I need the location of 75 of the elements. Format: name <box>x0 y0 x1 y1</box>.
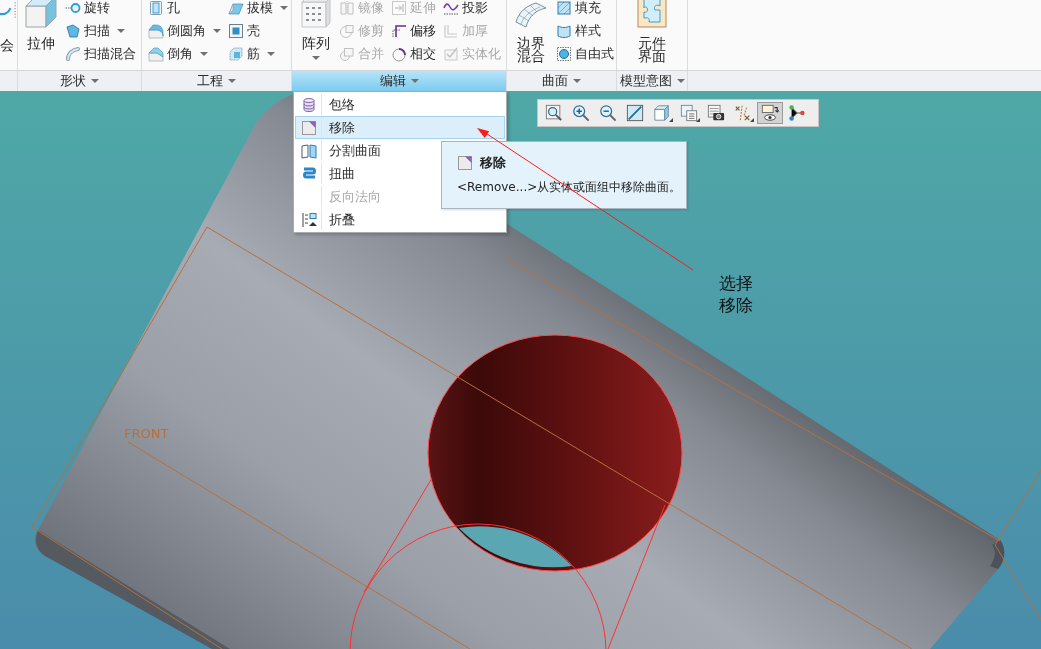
ribbon-button[interactable]: 扫描 <box>64 23 126 39</box>
magnifier-in-frame-icon <box>545 104 563 122</box>
ribbon-button[interactable]: 相交 <box>390 46 437 62</box>
group-menu-button[interactable]: 工程 <box>142 70 291 91</box>
ribbon-button[interactable]: 倒角 <box>147 46 209 62</box>
ribbon-button[interactable]: 自由式 <box>555 46 615 62</box>
ribbon-button[interactable]: 筋 <box>227 46 276 62</box>
zoom-out-icon <box>599 104 617 122</box>
rounded-block-icon <box>148 23 164 39</box>
curved-panel-icon <box>556 23 572 39</box>
caret-icon <box>410 79 419 83</box>
caret-icon <box>676 79 685 83</box>
stacked-discs-icon <box>300 96 317 113</box>
overlapping-shapes-icon <box>339 46 355 62</box>
cylinder-end-cap <box>990 540 1005 569</box>
ribbon-button[interactable]: 孔 <box>147 0 181 16</box>
tick-box-icon <box>443 46 459 62</box>
ribbon-button[interactable]: 扫描混合 <box>64 46 137 62</box>
ribbon-button[interactable]: 投影 <box>442 0 489 16</box>
arrow-into-box-icon <box>391 0 407 16</box>
menu-item[interactable]: 包络 <box>295 93 505 116</box>
puzzle-piece-icon <box>635 0 669 28</box>
toolbar-button[interactable] <box>757 102 783 124</box>
zoom-in-icon <box>572 104 590 122</box>
beveled-block-icon <box>148 46 164 62</box>
dashed-axes-icon <box>734 104 752 122</box>
curved-tube-icon <box>65 46 81 62</box>
slanted-block-icon <box>228 0 244 16</box>
ribbon-button[interactable]: 壳 <box>227 23 261 39</box>
tooltip-title: 移除 <box>480 155 506 171</box>
split-panel-icon <box>300 142 317 159</box>
pentagon-shape-icon <box>65 23 81 39</box>
camera-sheet-icon <box>707 104 725 122</box>
group-menu-button[interactable]: 模型意图 <box>617 70 687 91</box>
datum-label: FRONT <box>124 426 169 442</box>
caret-icon <box>573 79 581 83</box>
folded-corner-square-icon <box>457 155 473 171</box>
group-menu-button[interactable]: 编辑 <box>292 70 506 91</box>
rib-block-icon <box>228 46 244 62</box>
menu-item[interactable]: 折叠 <box>295 208 505 231</box>
annotation-text: 选择移除 <box>719 272 753 316</box>
sphere-in-box-icon <box>556 46 572 62</box>
ribbon-button[interactable]: 会 <box>0 0 17 53</box>
stacked-windows-icon <box>680 104 698 122</box>
group-menu-button[interactable]: 形状 <box>18 70 141 91</box>
large-ribbon-button[interactable]: 阵列 <box>298 0 334 60</box>
offset-outline-icon <box>443 23 459 39</box>
folded-corner-square-icon <box>300 119 317 136</box>
ribbon-button[interactable]: 填充 <box>555 0 602 16</box>
large-ribbon-button[interactable]: 边界混合 <box>513 0 549 63</box>
group-menu-button[interactable]: 曲面 <box>507 70 616 91</box>
arc-over-circle-icon <box>391 46 407 62</box>
cube-icon <box>653 104 671 122</box>
curved-surface-icon <box>514 0 548 28</box>
large-ribbon-button[interactable]: 元件界面 <box>622 0 682 63</box>
twisted-scroll-icon <box>300 165 317 182</box>
connected-nodes-icon <box>788 104 806 122</box>
wave-line-icon <box>443 0 459 16</box>
ribbon-button[interactable]: 偏移 <box>390 23 437 39</box>
ribbon-button[interactable]: 拔模 <box>227 0 289 16</box>
ribbon-button[interactable]: 旋转 <box>64 0 111 16</box>
dashed-corner-icon <box>391 23 407 39</box>
diagonal-square-icon <box>626 104 644 122</box>
caret-icon <box>91 79 99 83</box>
menu-item[interactable]: 移除 <box>295 116 505 139</box>
mirrored-halves-icon <box>339 0 355 16</box>
ribbon-button[interactable]: 倒圆角 <box>147 23 222 39</box>
caret-icon <box>228 79 236 83</box>
screen-with-eye-icon <box>761 104 779 122</box>
hatched-square-icon <box>556 0 572 16</box>
ring-on-axis-icon <box>65 0 81 16</box>
large-ribbon-button[interactable]: 拉伸 <box>22 0 60 50</box>
hollow-box-icon <box>228 23 244 39</box>
ribbon-button[interactable]: 样式 <box>555 23 602 39</box>
fold-arrow-icon <box>300 211 317 228</box>
